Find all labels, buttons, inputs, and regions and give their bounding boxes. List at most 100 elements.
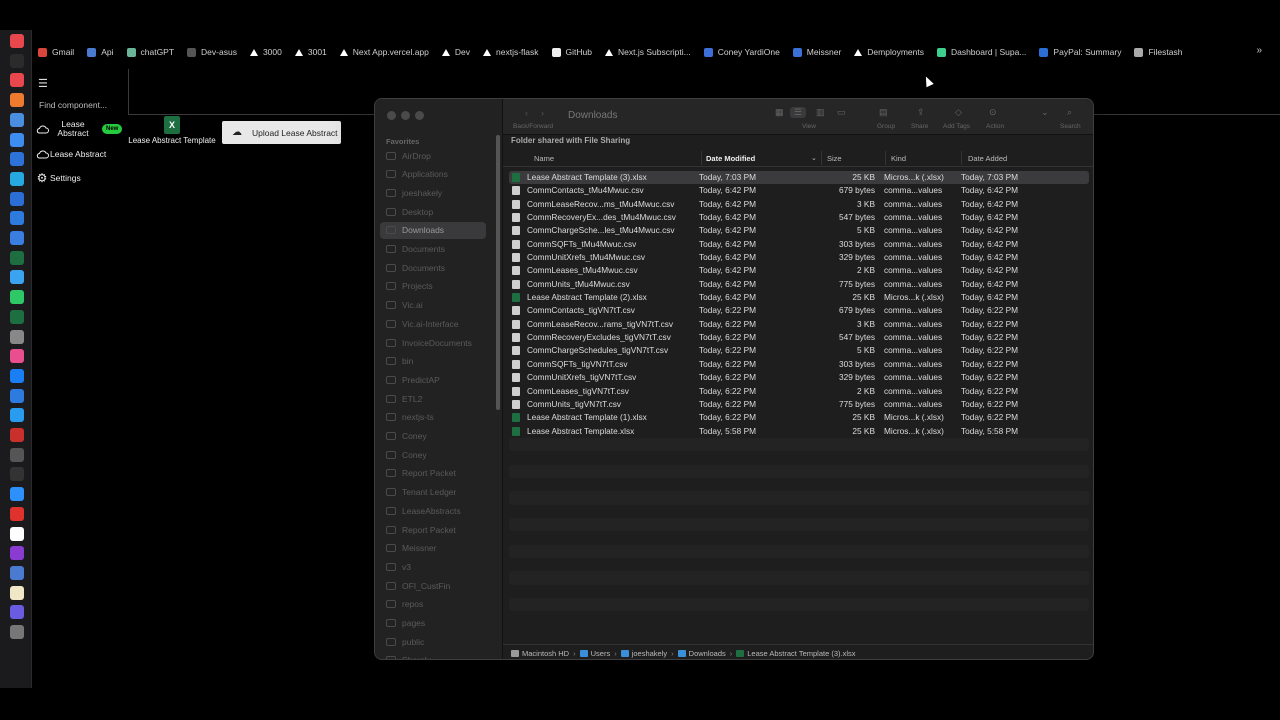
sidebar-item-settings[interactable]: ⚙ Settings xyxy=(32,171,128,185)
sidebar-item-favorite[interactable]: Coney xyxy=(380,428,486,445)
column-view-icon[interactable]: ▥ xyxy=(816,107,825,118)
sidebar-item-favorite[interactable]: repos xyxy=(380,596,486,613)
dock-app-icon[interactable] xyxy=(10,428,24,442)
uploaded-file-chip[interactable]: X Lease Abstract Template xyxy=(128,116,216,145)
file-row[interactable]: CommContacts_tigVN7tT.csv Today, 6:22 PM 6… xyxy=(509,304,1089,317)
sidebar-item-favorite[interactable]: InvoiceDocuments xyxy=(380,334,486,351)
sidebar-item-favorite[interactable]: OFI_CustFin xyxy=(380,577,486,594)
path-segment[interactable]: Macintosh HD xyxy=(511,649,569,658)
dock-app-icon[interactable] xyxy=(10,309,24,324)
bookmark-item[interactable]: Filestash xyxy=(1134,47,1182,57)
icon-view-icon[interactable]: ▦ xyxy=(775,107,784,118)
upload-lease-abstract-button[interactable]: ☁ Upload Lease Abstract xyxy=(222,121,341,144)
file-row[interactable]: CommUnits_tigVN7tT.csv Today, 6:22 PM 775 … xyxy=(509,398,1089,411)
dock-app-icon[interactable] xyxy=(10,605,24,620)
sidebar-item-favorite[interactable]: Documents xyxy=(380,241,486,258)
column-name[interactable]: Name xyxy=(534,154,554,163)
sidebar-item-favorite[interactable]: PredictAP xyxy=(380,371,486,388)
dock-app-icon[interactable] xyxy=(10,290,24,305)
gallery-view-icon[interactable]: ▭ xyxy=(837,107,846,118)
close-window-button[interactable] xyxy=(387,111,396,120)
column-date-added[interactable]: Date Added xyxy=(968,154,1007,163)
action-icon[interactable]: ⊙ xyxy=(989,107,997,118)
dock-app-icon[interactable] xyxy=(10,585,24,600)
sidebar-item-favorite[interactable]: Report Packet xyxy=(380,465,486,482)
sidebar-item-favorite[interactable]: Vic.ai xyxy=(380,297,486,314)
sidebar-item-favorite[interactable]: Projects xyxy=(380,278,486,295)
bookmark-item[interactable]: Next.js Subscripti... xyxy=(604,47,691,57)
dock-app-icon[interactable] xyxy=(10,93,24,108)
dock-app-icon[interactable] xyxy=(10,250,24,265)
sidebar-item-favorite[interactable]: v3 xyxy=(380,558,486,575)
file-row[interactable]: CommLeases_tMu4Mwuc.csv Today, 6:42 PM 2 K… xyxy=(509,264,1089,277)
share-icon[interactable]: ⇪ xyxy=(917,107,925,118)
search-icon[interactable]: ⌕ xyxy=(1067,107,1072,118)
file-row[interactable]: CommChargeSchedules_tigVN7tT.csv Today, 6… xyxy=(509,344,1089,357)
file-row[interactable]: Lease Abstract Template (1).xlsx Today, 6… xyxy=(509,411,1089,424)
sidebar-item-favorite[interactable]: nextjs-ts xyxy=(380,409,486,426)
zoom-window-button[interactable] xyxy=(415,111,424,120)
dock-app-icon[interactable] xyxy=(10,171,24,186)
dock-app-icon[interactable] xyxy=(10,231,24,245)
file-row[interactable]: CommUnitXrefs_tMu4Mwuc.csv Today, 6:42 PM… xyxy=(509,251,1089,264)
dock-app-icon[interactable] xyxy=(10,487,24,502)
dock-app-icon[interactable] xyxy=(10,270,24,285)
column-kind[interactable]: Kind xyxy=(891,154,906,163)
dock-app-icon[interactable] xyxy=(10,191,24,206)
column-size[interactable]: Size xyxy=(827,154,842,163)
sidebar-item-favorite[interactable]: Desktop xyxy=(380,203,486,220)
dock-app-icon[interactable] xyxy=(10,34,24,48)
file-row[interactable]: Lease Abstract Template (2).xlsx Today, 6… xyxy=(509,291,1089,304)
file-row[interactable]: CommChargeSche...les_tMu4Mwuc.csv Today, … xyxy=(509,224,1089,237)
dock-app-icon[interactable] xyxy=(10,211,24,226)
column-date-modified[interactable]: Date Modified xyxy=(706,154,755,163)
sidebar-scrollbar[interactable] xyxy=(496,135,500,410)
tag-icon[interactable]: ◇ xyxy=(955,107,962,118)
group-icon[interactable]: ▤ xyxy=(879,107,888,118)
dock-app-icon[interactable] xyxy=(10,73,24,88)
sidebar-item-favorite[interactable]: Documents xyxy=(380,259,486,276)
sidebar-item-favorite[interactable]: ETL2 xyxy=(380,390,486,407)
dock-app-icon[interactable] xyxy=(10,132,24,147)
sidebar-item-favorite[interactable]: Sharely xyxy=(380,652,486,659)
sidebar-item-favorite[interactable]: Vic.ai-Interface xyxy=(380,315,486,332)
bookmark-item[interactable]: Dev xyxy=(441,47,470,57)
sidebar-item-favorite[interactable]: public xyxy=(380,633,486,650)
list-view-icon[interactable]: ☰ xyxy=(790,107,807,118)
file-row[interactable]: CommRecoveryExcludes_tigVN7tT.csv Today, … xyxy=(509,331,1089,344)
sidebar-item-favorite[interactable]: bin xyxy=(380,353,486,370)
dock-app-icon[interactable] xyxy=(10,408,24,423)
file-row[interactable]: Lease Abstract Template (3).xlsx Today, 7… xyxy=(509,171,1089,185)
dock-app-icon[interactable] xyxy=(10,565,24,580)
bookmark-item[interactable]: Gmail xyxy=(38,47,74,57)
sidebar-item-favorite[interactable]: Downloads xyxy=(380,221,486,239)
sidebar-item-favorite[interactable]: LeaseAbstracts xyxy=(380,502,486,519)
sidebar-item-favorite[interactable]: Tenant Ledger xyxy=(380,484,486,501)
file-row[interactable]: CommSQFTs_tigVN7tT.csv Today, 6:22 PM 303 … xyxy=(509,358,1089,371)
more-bookmarks-icon[interactable]: » xyxy=(1256,45,1262,56)
path-segment[interactable]: Downloads xyxy=(677,649,726,658)
dock-app-icon[interactable] xyxy=(10,546,24,561)
dock-app-icon[interactable] xyxy=(10,368,24,383)
minimize-window-button[interactable] xyxy=(401,111,410,120)
dock-app-icon[interactable] xyxy=(10,447,24,462)
dock-app-icon[interactable] xyxy=(10,506,24,521)
sidebar-item-lease-abstract-new[interactable]: Lease Abstract New xyxy=(32,119,128,139)
file-row[interactable]: CommRecoveryEx...des_tMu4Mwuc.csv Today, … xyxy=(509,211,1089,224)
dock-app-icon[interactable] xyxy=(10,467,24,482)
sidebar-item-favorite[interactable]: Meissner xyxy=(380,540,486,557)
path-segment[interactable]: Lease Abstract Template (3).xlsx xyxy=(736,649,856,658)
bookmark-item[interactable]: Meissner xyxy=(792,47,841,57)
file-row[interactable]: CommContacts_tMu4Mwuc.csv Today, 6:42 PM 6… xyxy=(509,184,1089,197)
file-row[interactable]: CommSQFTs_tMu4Mwuc.csv Today, 6:42 PM 303 … xyxy=(509,238,1089,251)
file-row[interactable]: CommLeaseRecov...ms_tMu4Mwuc.csv Today, 6… xyxy=(509,198,1089,211)
dock-app-icon[interactable] xyxy=(10,112,24,127)
dock-app-icon[interactable] xyxy=(10,388,24,403)
dock-app-icon[interactable] xyxy=(10,152,24,167)
bookmark-item[interactable]: Coney YardiOne xyxy=(703,47,780,57)
bookmark-item[interactable]: 3001 xyxy=(294,47,327,57)
chevron-down-icon[interactable]: ⌄ xyxy=(1041,107,1049,118)
bookmark-item[interactable]: GitHub xyxy=(551,47,592,57)
file-row[interactable]: CommUnitXrefs_tigVN7tT.csv Today, 6:22 PM… xyxy=(509,371,1089,384)
bookmark-item[interactable]: Api xyxy=(87,47,114,57)
